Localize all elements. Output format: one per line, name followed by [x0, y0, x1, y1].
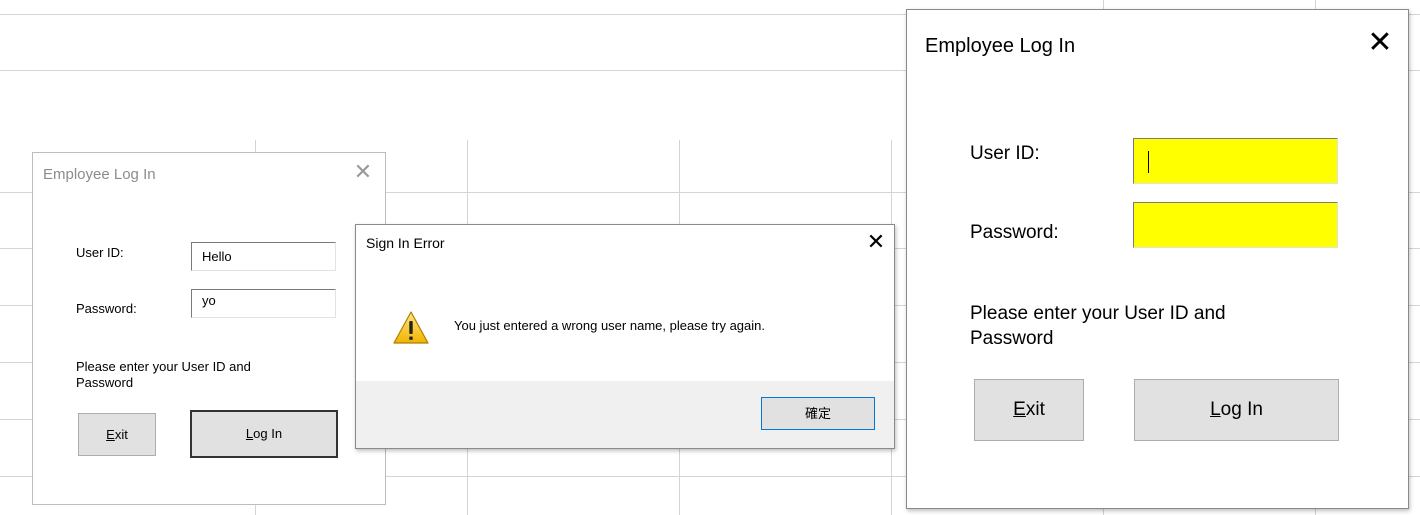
error-dialog: Sign In Error ✕ You just entered a wrong…: [355, 224, 895, 449]
exit-button[interactable]: Exit: [974, 379, 1084, 441]
window-title: Employee Log In: [925, 35, 1076, 57]
instruction-line2: Password: [970, 328, 1054, 349]
text-cursor: [1148, 151, 1149, 174]
exit-mnemonic: E: [106, 427, 115, 442]
login-button[interactable]: Log In: [190, 410, 338, 458]
password-label: Password:: [970, 222, 1059, 243]
login-label: og In: [253, 426, 283, 441]
instruction-line2: Password: [76, 375, 134, 390]
login-button[interactable]: Log In: [1134, 379, 1339, 441]
window-title: Employee Log In: [43, 166, 156, 183]
user-id-input[interactable]: [1133, 138, 1338, 184]
user-id-value: Hello: [202, 249, 232, 264]
password-input[interactable]: yo: [191, 289, 336, 318]
exit-button[interactable]: Exit: [78, 413, 156, 456]
ok-button[interactable]: 確定: [761, 397, 875, 430]
close-icon[interactable]: ✕: [1366, 28, 1394, 58]
small-login-window: Employee Log In ✕ User ID: Hello Passwor…: [32, 152, 386, 505]
password-value: yo: [202, 293, 216, 308]
password-input[interactable]: [1133, 202, 1338, 248]
login-mnemonic: L: [1210, 399, 1221, 420]
warning-icon: [393, 311, 429, 344]
user-id-label: User ID:: [970, 143, 1040, 164]
error-message: You just entered a wrong user name, plea…: [454, 318, 765, 333]
exit-mnemonic: E: [1013, 399, 1026, 420]
user-id-input[interactable]: Hello: [191, 242, 336, 271]
user-id-label: User ID:: [76, 245, 124, 260]
exit-label: xit: [1025, 399, 1045, 420]
dialog-title: Sign In Error: [366, 235, 445, 251]
password-label: Password:: [76, 301, 137, 316]
login-label: og In: [1220, 399, 1263, 420]
instruction-line1: Please enter your User ID and: [970, 303, 1226, 324]
exit-label: xit: [114, 427, 128, 442]
instruction-line1: Please enter your User ID and: [76, 359, 251, 374]
close-icon[interactable]: ✕: [866, 231, 886, 253]
large-login-window: Employee Log In ✕ User ID: Password: Ple…: [906, 9, 1409, 509]
close-icon[interactable]: ✕: [353, 161, 373, 183]
